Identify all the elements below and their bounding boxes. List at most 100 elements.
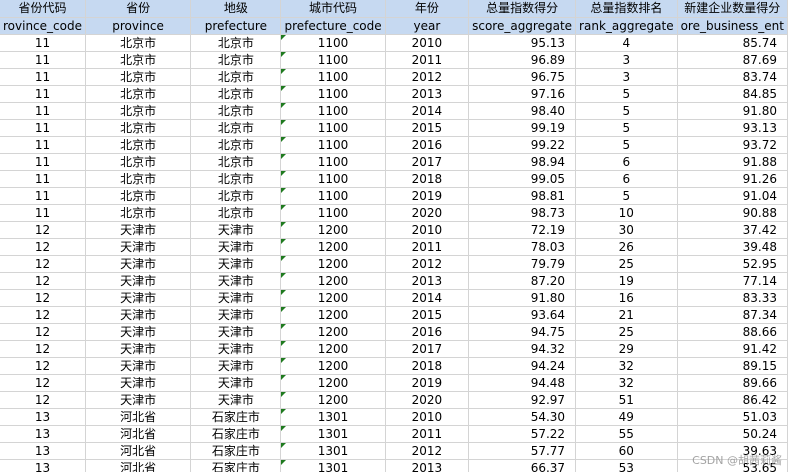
cell-rank-aggregate[interactable]: 5 [575,119,678,137]
cell-rank-aggregate[interactable]: 32 [575,357,678,375]
cell-rank-aggregate[interactable]: 26 [575,238,678,256]
col-sub-rank-aggregate[interactable]: rank_aggregate [575,17,678,35]
cell-year[interactable]: 2013 [385,272,470,290]
cell-province[interactable]: 天津市 [85,255,192,273]
cell-year[interactable]: 2017 [385,153,470,171]
cell-province-code[interactable]: 12 [0,323,86,341]
cell-score-aggregate[interactable]: 78.03 [468,238,577,256]
cell-year[interactable]: 2010 [385,408,470,426]
cell-prefecture[interactable]: 北京市 [190,204,282,222]
cell-rank-aggregate[interactable]: 5 [575,136,678,154]
cell-score-aggregate[interactable]: 98.40 [468,102,577,120]
cell-province[interactable]: 天津市 [85,357,192,375]
cell-prefecture[interactable]: 天津市 [190,374,282,392]
col-header-rank-aggregate[interactable]: 总量指数排名 [575,0,678,18]
cell-rank-aggregate[interactable]: 3 [575,51,678,69]
cell-prefecture[interactable]: 北京市 [190,119,282,137]
cell-province[interactable]: 天津市 [85,391,192,409]
cell-new-business[interactable]: 91.26 [677,170,788,188]
cell-new-business[interactable]: 87.69 [677,51,788,69]
cell-rank-aggregate[interactable]: 60 [575,442,678,460]
cell-rank-aggregate[interactable]: 19 [575,272,678,290]
cell-score-aggregate[interactable]: 87.20 [468,272,577,290]
cell-new-business[interactable]: 88.66 [677,323,788,341]
cell-prefecture-code[interactable]: 1200 [280,374,386,392]
cell-rank-aggregate[interactable]: 51 [575,391,678,409]
cell-new-business[interactable]: 93.13 [677,119,788,137]
cell-prefecture[interactable]: 北京市 [190,136,282,154]
cell-province-code[interactable]: 12 [0,374,86,392]
cell-prefecture[interactable]: 天津市 [190,306,282,324]
cell-rank-aggregate[interactable]: 5 [575,102,678,120]
cell-province[interactable]: 北京市 [85,34,192,52]
cell-year[interactable]: 2017 [385,340,470,358]
col-sub-new-business[interactable]: ore_business_ent [677,17,788,35]
col-sub-province[interactable]: province [85,17,192,35]
cell-prefecture-code[interactable]: 1200 [280,306,386,324]
cell-province[interactable]: 天津市 [85,340,192,358]
cell-province-code[interactable]: 11 [0,102,86,120]
cell-province[interactable]: 北京市 [85,187,192,205]
cell-province-code[interactable]: 12 [0,391,86,409]
cell-prefecture[interactable]: 天津市 [190,357,282,375]
col-sub-score-aggregate[interactable]: score_aggregate [468,17,577,35]
cell-new-business[interactable]: 86.42 [677,391,788,409]
cell-prefecture[interactable]: 天津市 [190,272,282,290]
cell-score-aggregate[interactable]: 91.80 [468,289,577,307]
cell-prefecture-code[interactable]: 1301 [280,425,386,443]
col-sub-province-code[interactable]: rovince_code [0,17,86,35]
cell-prefecture[interactable]: 北京市 [190,102,282,120]
cell-rank-aggregate[interactable]: 21 [575,306,678,324]
cell-year[interactable]: 2019 [385,187,470,205]
cell-prefecture[interactable]: 天津市 [190,323,282,341]
cell-year[interactable]: 2012 [385,68,470,86]
cell-province-code[interactable]: 11 [0,85,86,103]
cell-prefecture-code[interactable]: 1100 [280,170,386,188]
col-sub-prefecture[interactable]: prefecture [190,17,282,35]
cell-score-aggregate[interactable]: 72.19 [468,221,577,239]
col-header-province-code[interactable]: 省份代码 [0,0,86,18]
cell-year[interactable]: 2011 [385,425,470,443]
cell-new-business[interactable]: 87.34 [677,306,788,324]
cell-province[interactable]: 天津市 [85,289,192,307]
cell-rank-aggregate[interactable]: 3 [575,68,678,86]
cell-province-code[interactable]: 12 [0,340,86,358]
cell-prefecture-code[interactable]: 1100 [280,51,386,69]
cell-province[interactable]: 北京市 [85,102,192,120]
cell-new-business[interactable]: 91.04 [677,187,788,205]
cell-rank-aggregate[interactable]: 49 [575,408,678,426]
cell-province[interactable]: 北京市 [85,153,192,171]
cell-province[interactable]: 北京市 [85,204,192,222]
cell-score-aggregate[interactable]: 96.75 [468,68,577,86]
cell-prefecture-code[interactable]: 1100 [280,85,386,103]
cell-year[interactable]: 2018 [385,170,470,188]
cell-new-business[interactable]: 91.80 [677,102,788,120]
cell-prefecture-code[interactable]: 1100 [280,187,386,205]
cell-score-aggregate[interactable]: 98.94 [468,153,577,171]
cell-province[interactable]: 北京市 [85,170,192,188]
cell-prefecture[interactable]: 北京市 [190,85,282,103]
cell-score-aggregate[interactable]: 98.81 [468,187,577,205]
cell-score-aggregate[interactable]: 57.22 [468,425,577,443]
cell-prefecture-code[interactable]: 1100 [280,136,386,154]
cell-score-aggregate[interactable]: 94.75 [468,323,577,341]
cell-new-business[interactable]: 89.15 [677,357,788,375]
cell-rank-aggregate[interactable]: 5 [575,85,678,103]
cell-new-business[interactable]: 91.42 [677,340,788,358]
cell-province[interactable]: 河北省 [85,442,192,460]
cell-province[interactable]: 天津市 [85,306,192,324]
cell-prefecture-code[interactable]: 1200 [280,272,386,290]
cell-prefecture[interactable]: 北京市 [190,68,282,86]
cell-province[interactable]: 天津市 [85,272,192,290]
cell-prefecture[interactable]: 北京市 [190,34,282,52]
cell-score-aggregate[interactable]: 93.64 [468,306,577,324]
cell-rank-aggregate[interactable]: 30 [575,221,678,239]
cell-province[interactable]: 天津市 [85,374,192,392]
cell-prefecture-code[interactable]: 1200 [280,255,386,273]
cell-new-business[interactable]: 89.66 [677,374,788,392]
col-header-prefecture[interactable]: 地级 [190,0,282,18]
cell-province[interactable]: 北京市 [85,68,192,86]
cell-new-business[interactable]: 51.03 [677,408,788,426]
cell-province-code[interactable]: 13 [0,425,86,443]
cell-new-business[interactable]: 77.14 [677,272,788,290]
